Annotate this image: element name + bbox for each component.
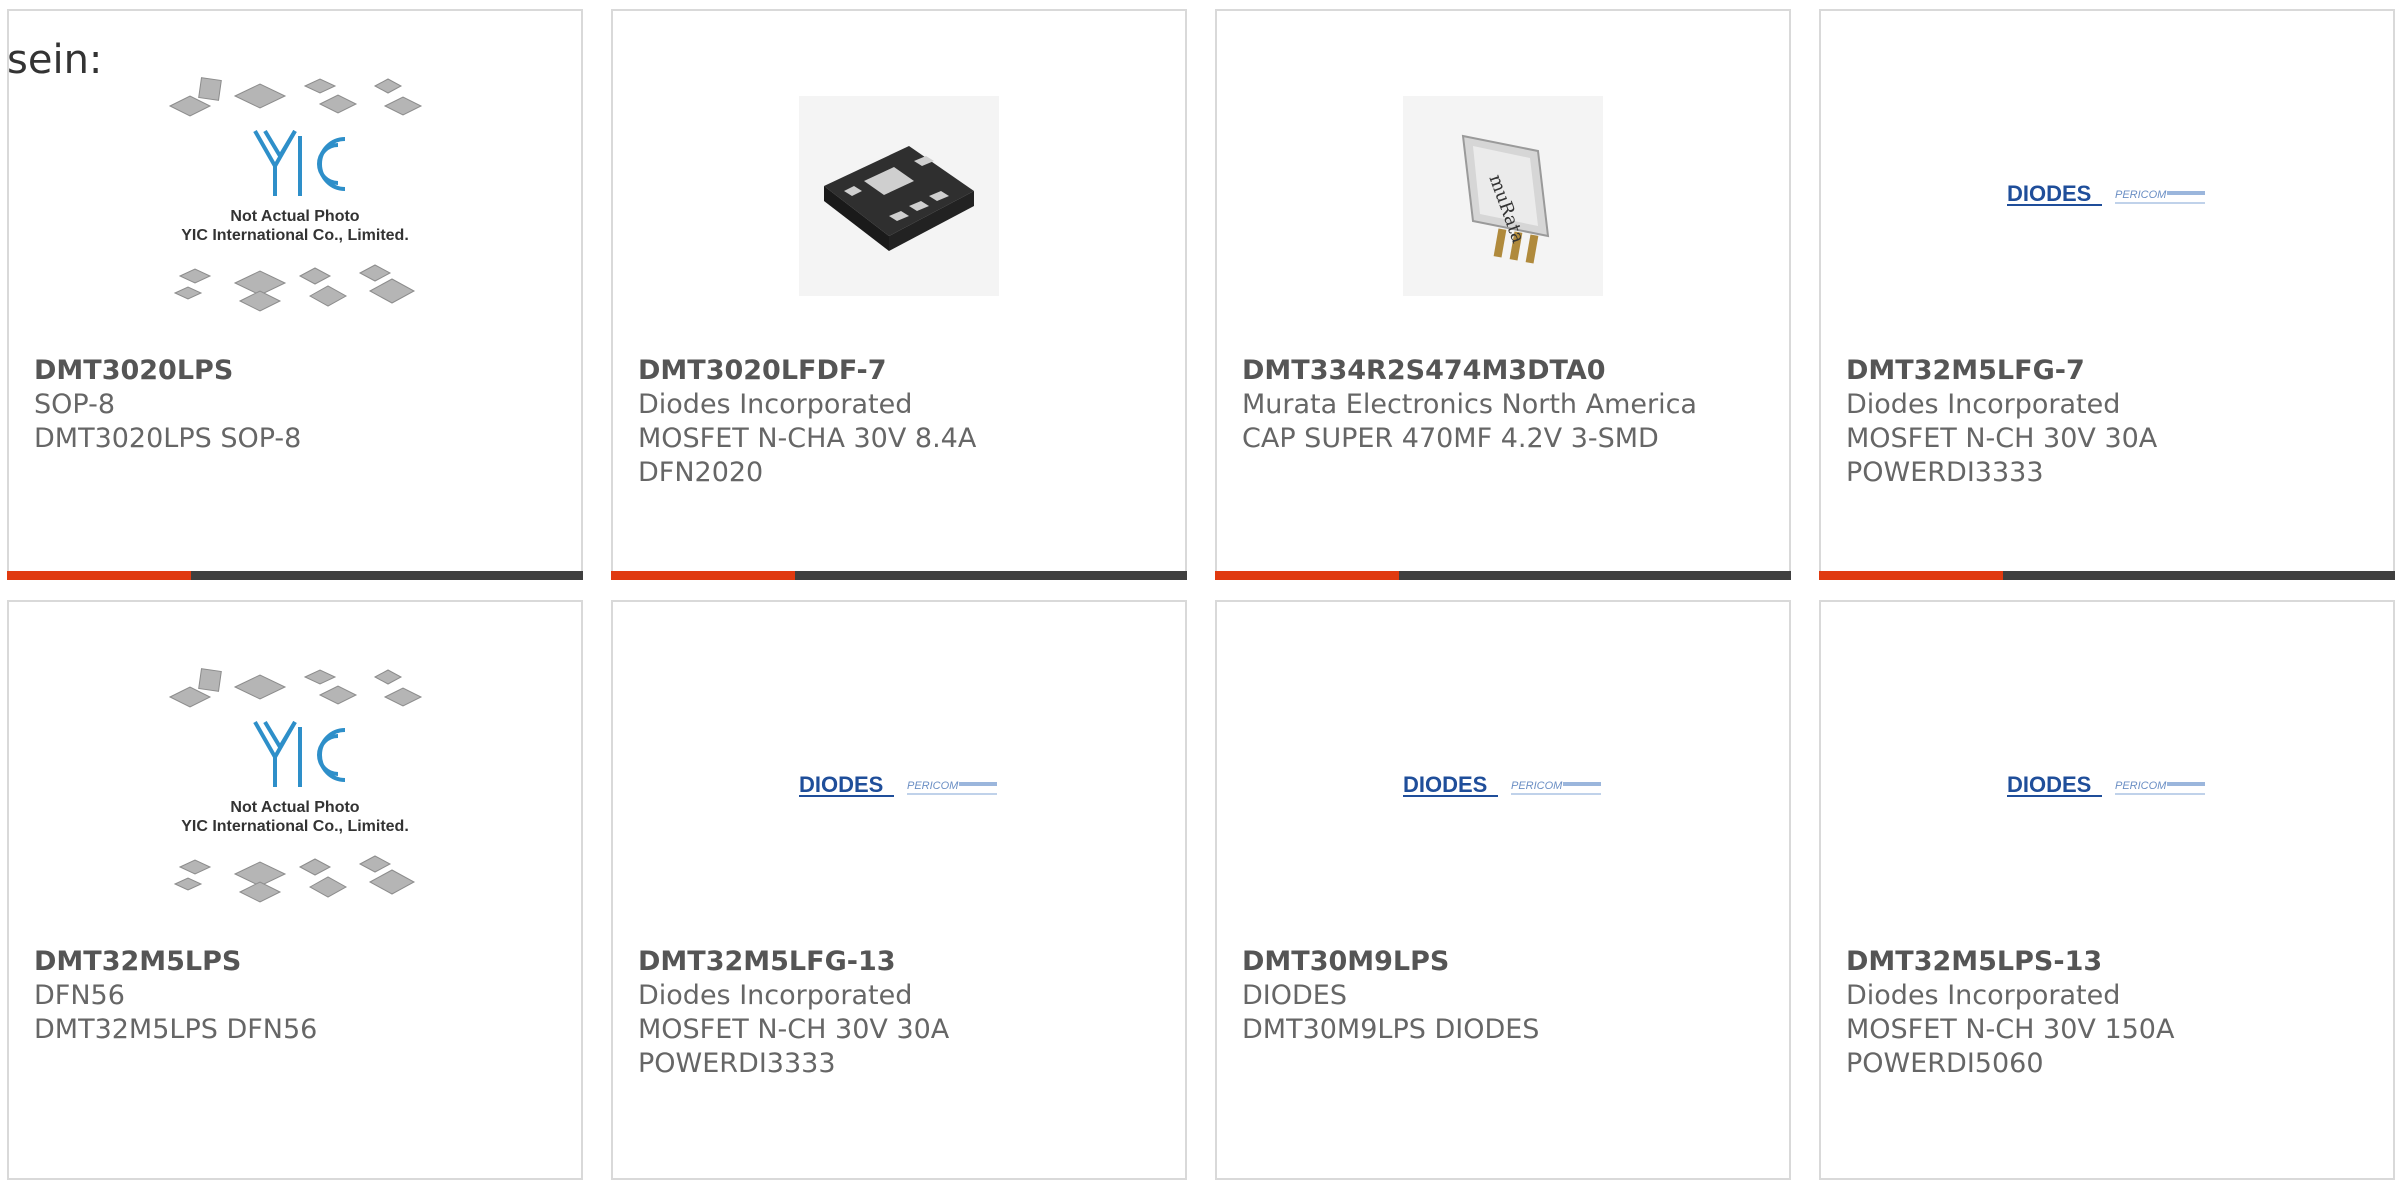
diodes-logo: DIODES PERICOM [2007,181,2205,206]
part-number[interactable]: DMT32M5LPS [34,945,561,979]
part-number[interactable]: DMT32M5LPS-13 [1846,945,2373,979]
svg-text:DIODES: DIODES [2007,181,2091,206]
card-accent-bar [611,571,1187,580]
product-detail: Murata Electronics North America [1242,389,1697,420]
product-detail: Diodes Incorporated [1846,389,2121,420]
supercap-icon: muRata [1461,134,1550,264]
product-card[interactable]: DIODES PERICOM DMT30M9LPS DIODES DMT30M9… [1215,600,1791,1180]
svg-text:PERICOM: PERICOM [2115,189,2167,201]
product-info: DMT3020LPS SOP-8 DMT3020LPS SOP-8 [34,354,561,456]
product-detail: DFN2020 [638,457,764,488]
svg-text:DIODES: DIODES [1403,772,1487,797]
diodes-logo: DIODES PERICOM [2007,772,2205,797]
intro-text: sein: [7,37,103,83]
part-number[interactable]: DMT32M5LFG-7 [1846,354,2373,388]
product-info: DMT32M5LPS DFN56 DMT32M5LPS DFN56 [34,945,561,1047]
not-actual-photo-placeholder: Not Actual Photo YIC International Co., … [160,71,430,321]
part-number[interactable]: DMT3020LPS [34,354,561,388]
product-card[interactable]: Not Actual Photo YIC International Co., … [7,600,583,1180]
product-detail: DMT30M9LPS DIODES [1242,1014,1540,1045]
svg-text:PERICOM: PERICOM [2115,780,2167,792]
product-image: Not Actual Photo YIC International Co., … [9,632,581,942]
product-image: Not Actual Photo YIC International Co., … [9,41,581,351]
product-detail: MOSFET N-CHA 30V 8.4A [638,423,977,454]
product-card[interactable]: DIODES PERICOM DMT32M5LFG-13 Diodes Inco… [611,600,1187,1180]
product-card[interactable]: DMT3020LFDF-7 Diodes Incorporated MOSFET… [611,9,1187,580]
chip-cluster-icon [168,77,423,312]
product-image: muRata [1217,41,1789,351]
product-detail: MOSFET N-CH 30V 30A [1846,423,2158,454]
product-detail: CAP SUPER 470MF 4.2V 3-SMD [1242,423,1659,454]
product-detail: SOP-8 [34,389,115,420]
product-detail: MOSFET N-CH 30V 150A [1846,1014,2175,1045]
part-number[interactable]: DMT30M9LPS [1242,945,1769,979]
product-image: DIODES PERICOM [613,632,1185,942]
chip-cluster-icon [168,668,423,903]
product-card[interactable]: muRata DMT334R2S474M3DTA0 Murata Electro… [1215,9,1791,580]
product-image [613,41,1185,351]
card-accent-bar [1819,571,2395,580]
product-image: DIODES PERICOM [1821,632,2393,942]
placeholder-caption: Not Actual Photo YIC International Co., … [160,207,430,245]
product-detail: POWERDI3333 [1846,457,2044,488]
product-detail: DMT32M5LPS DFN56 [34,1014,318,1045]
placeholder-line-1: Not Actual Photo [230,799,360,816]
svg-text:DIODES: DIODES [2007,772,2091,797]
product-detail: POWERDI5060 [1846,1048,2044,1079]
placeholder-line-2: YIC International Co., Limited. [181,818,409,835]
part-number[interactable]: DMT334R2S474M3DTA0 [1242,354,1769,388]
not-actual-photo-placeholder: Not Actual Photo YIC International Co., … [160,662,430,912]
product-detail: DMT3020LPS SOP-8 [34,423,302,454]
placeholder-line-2: YIC International Co., Limited. [181,227,409,244]
product-image: DIODES PERICOM [1821,41,2393,351]
product-detail: Diodes Incorporated [638,389,913,420]
product-card[interactable]: DIODES PERICOM DMT32M5LPS-13 Diodes Inco… [1819,600,2395,1180]
supercap-photo: muRata [1403,96,1603,296]
product-info: DMT3020LFDF-7 Diodes Incorporated MOSFET… [638,354,1165,490]
product-image: DIODES PERICOM [1217,632,1789,942]
chip-photo [799,96,999,296]
part-number[interactable]: DMT3020LFDF-7 [638,354,1165,388]
svg-text:PERICOM: PERICOM [907,780,959,792]
product-detail: Diodes Incorporated [638,980,913,1011]
part-number[interactable]: DMT32M5LFG-13 [638,945,1165,979]
product-card[interactable]: Not Actual Photo YIC International Co., … [7,9,583,580]
product-info: DMT30M9LPS DIODES DMT30M9LPS DIODES [1242,945,1769,1047]
product-detail: DIODES [1242,980,1347,1011]
diodes-logo: DIODES PERICOM [799,772,997,797]
placeholder-line-1: Not Actual Photo [230,208,360,225]
card-accent-bar [7,571,583,580]
product-detail: POWERDI3333 [638,1048,836,1079]
product-detail: MOSFET N-CH 30V 30A [638,1014,950,1045]
dfn-chip-icon [824,146,974,251]
product-info: DMT32M5LFG-13 Diodes Incorporated MOSFET… [638,945,1165,1081]
product-detail: DFN56 [34,980,125,1011]
svg-text:DIODES: DIODES [799,772,883,797]
svg-text:PERICOM: PERICOM [1511,780,1563,792]
product-card[interactable]: DIODES PERICOM DMT32M5LFG-7 Diodes Incor… [1819,9,2395,580]
placeholder-caption: Not Actual Photo YIC International Co., … [160,798,430,836]
product-grid: Not Actual Photo YIC International Co., … [0,0,2400,1180]
product-info: DMT32M5LPS-13 Diodes Incorporated MOSFET… [1846,945,2373,1081]
diodes-logo: DIODES PERICOM [1403,772,1601,797]
product-info: DMT334R2S474M3DTA0 Murata Electronics No… [1242,354,1769,456]
card-accent-bar [1215,571,1791,580]
product-info: DMT32M5LFG-7 Diodes Incorporated MOSFET … [1846,354,2373,490]
product-detail: Diodes Incorporated [1846,980,2121,1011]
